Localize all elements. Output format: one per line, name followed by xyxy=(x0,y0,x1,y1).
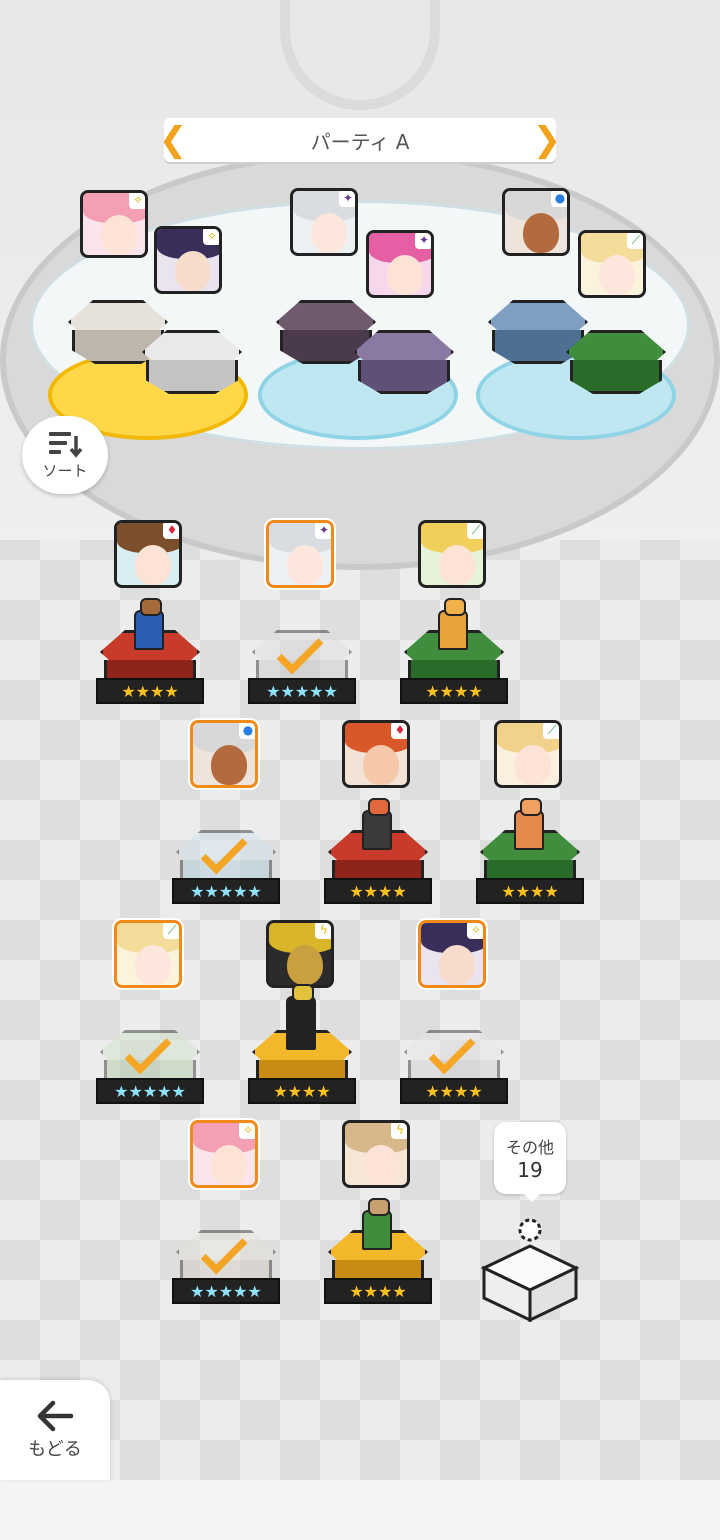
dark-icon: ✦ xyxy=(339,191,355,207)
party-selector: ❮ パーティ A ❯ xyxy=(159,118,561,162)
roster-portrait[interactable]: ⟋ xyxy=(114,920,182,988)
light-icon: ✧ xyxy=(467,923,483,939)
roster-portrait[interactable]: ⟋ xyxy=(418,520,486,588)
star-rating: ★★★★★ xyxy=(96,1078,204,1104)
star-rating: ★★★★★ xyxy=(248,678,356,704)
roster-portrait[interactable]: ✦ xyxy=(266,520,334,588)
unit-sprite xyxy=(362,1198,392,1250)
thunder-icon: ϟ xyxy=(391,1123,407,1139)
star-rating: ★★★★★ xyxy=(172,878,280,904)
fire-icon: ♦ xyxy=(391,723,407,739)
sort-label: ソート xyxy=(42,461,88,480)
water-icon: ● xyxy=(239,723,255,739)
party-pedestal xyxy=(566,330,666,402)
star-rating: ★★★★★ xyxy=(172,1278,280,1304)
sort-icon xyxy=(49,431,83,458)
others-bubble[interactable]: その他 19 xyxy=(494,1122,566,1202)
star-rating: ★★★★ xyxy=(96,678,204,704)
others-label: その他 xyxy=(505,1138,554,1157)
star-rating: ★★★★ xyxy=(400,1078,508,1104)
star-rating: ★★★★ xyxy=(400,678,508,704)
roster-portrait[interactable]: ϟ xyxy=(342,1120,410,1188)
light-icon: ✧ xyxy=(203,229,219,245)
wind-icon: ⟋ xyxy=(163,923,179,939)
water-icon: ● xyxy=(551,191,567,207)
back-label: もどる xyxy=(28,1439,82,1460)
party-member-portrait[interactable]: ● xyxy=(502,188,570,256)
party-member-portrait[interactable]: ✧ xyxy=(154,226,222,294)
star-rating: ★★★★ xyxy=(324,878,432,904)
wind-icon: ⟋ xyxy=(627,233,643,249)
unit-sprite xyxy=(362,798,392,850)
star-rating: ★★★★ xyxy=(476,878,584,904)
roster-portrait[interactable]: ♦ xyxy=(342,720,410,788)
party-member-portrait[interactable]: ✦ xyxy=(366,230,434,298)
unit-sprite xyxy=(134,598,164,650)
unit-sprite xyxy=(438,598,468,650)
star-rating: ★★★★ xyxy=(248,1078,356,1104)
others-count: 19 xyxy=(517,1158,543,1182)
roster-portrait[interactable]: ⟋ xyxy=(494,720,562,788)
prev-party-button[interactable]: ❮ xyxy=(159,118,188,162)
back-button[interactable]: もどる xyxy=(0,1380,110,1480)
wind-icon: ⟋ xyxy=(467,523,483,539)
unit-sprite xyxy=(286,984,316,1050)
sort-button[interactable]: ソート xyxy=(22,416,108,494)
roster-portrait[interactable]: ✧ xyxy=(190,1120,258,1188)
dark-icon: ✦ xyxy=(415,233,431,249)
roster-portrait[interactable]: ✧ xyxy=(418,920,486,988)
wind-icon: ⟋ xyxy=(543,723,559,739)
others-placeholder-cube[interactable] xyxy=(480,1218,580,1322)
party-pedestal xyxy=(354,330,454,402)
back-arrow-icon xyxy=(37,1400,74,1432)
thunder-icon: ϟ xyxy=(315,923,331,939)
party-member-portrait[interactable]: ✧ xyxy=(80,190,148,258)
bottom-bar xyxy=(0,1480,720,1540)
party-title: パーティ A xyxy=(310,129,410,154)
party-pedestal xyxy=(142,330,242,402)
roster-portrait[interactable]: ● xyxy=(190,720,258,788)
roster-portrait[interactable]: ϟ xyxy=(266,920,334,988)
star-rating: ★★★★ xyxy=(324,1278,432,1304)
party-member-portrait[interactable]: ✦ xyxy=(290,188,358,256)
fire-icon: ♦ xyxy=(163,523,179,539)
dark-icon: ✦ xyxy=(315,523,331,539)
unit-sprite xyxy=(514,798,544,850)
next-party-button[interactable]: ❯ xyxy=(533,118,562,162)
party-member-portrait[interactable]: ⟋ xyxy=(578,230,646,298)
light-icon: ✧ xyxy=(239,1123,255,1139)
light-icon: ✧ xyxy=(129,193,145,209)
roster-portrait[interactable]: ♦ xyxy=(114,520,182,588)
